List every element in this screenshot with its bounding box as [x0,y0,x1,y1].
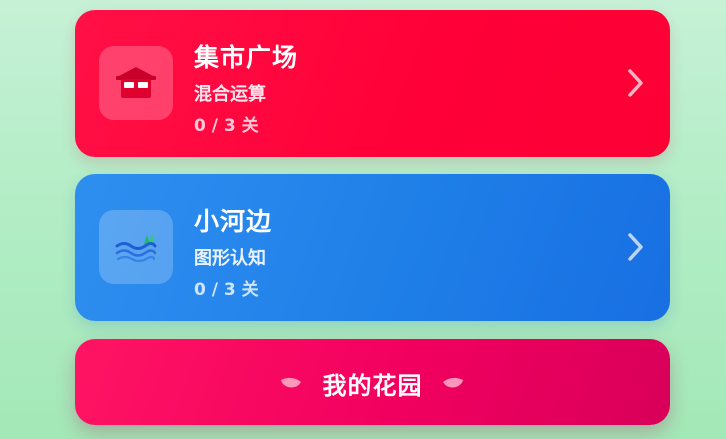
garden-button-label: 我的花园 [322,372,423,400]
chevron-right-icon [626,68,646,98]
level-subtitle: 混合运算 [194,84,266,105]
market-stall-icon [99,46,173,120]
level-card-river[interactable]: 小河边 图形认知 0 / 3 关 [75,174,670,321]
level-title: 小河边 [194,207,273,236]
river-waves-icon [99,210,173,284]
chevron-right-icon [626,232,646,262]
level-card-market[interactable]: 集市广场 混合运算 0 / 3 关 [75,10,670,157]
petal-icon [441,375,465,389]
level-title: 集市广场 [194,43,299,72]
level-subtitle: 图形认知 [194,248,266,269]
my-garden-button[interactable]: 我的花园 [75,339,670,425]
level-progress: 0 / 3 关 [194,280,259,300]
level-progress: 0 / 3 关 [194,116,259,136]
